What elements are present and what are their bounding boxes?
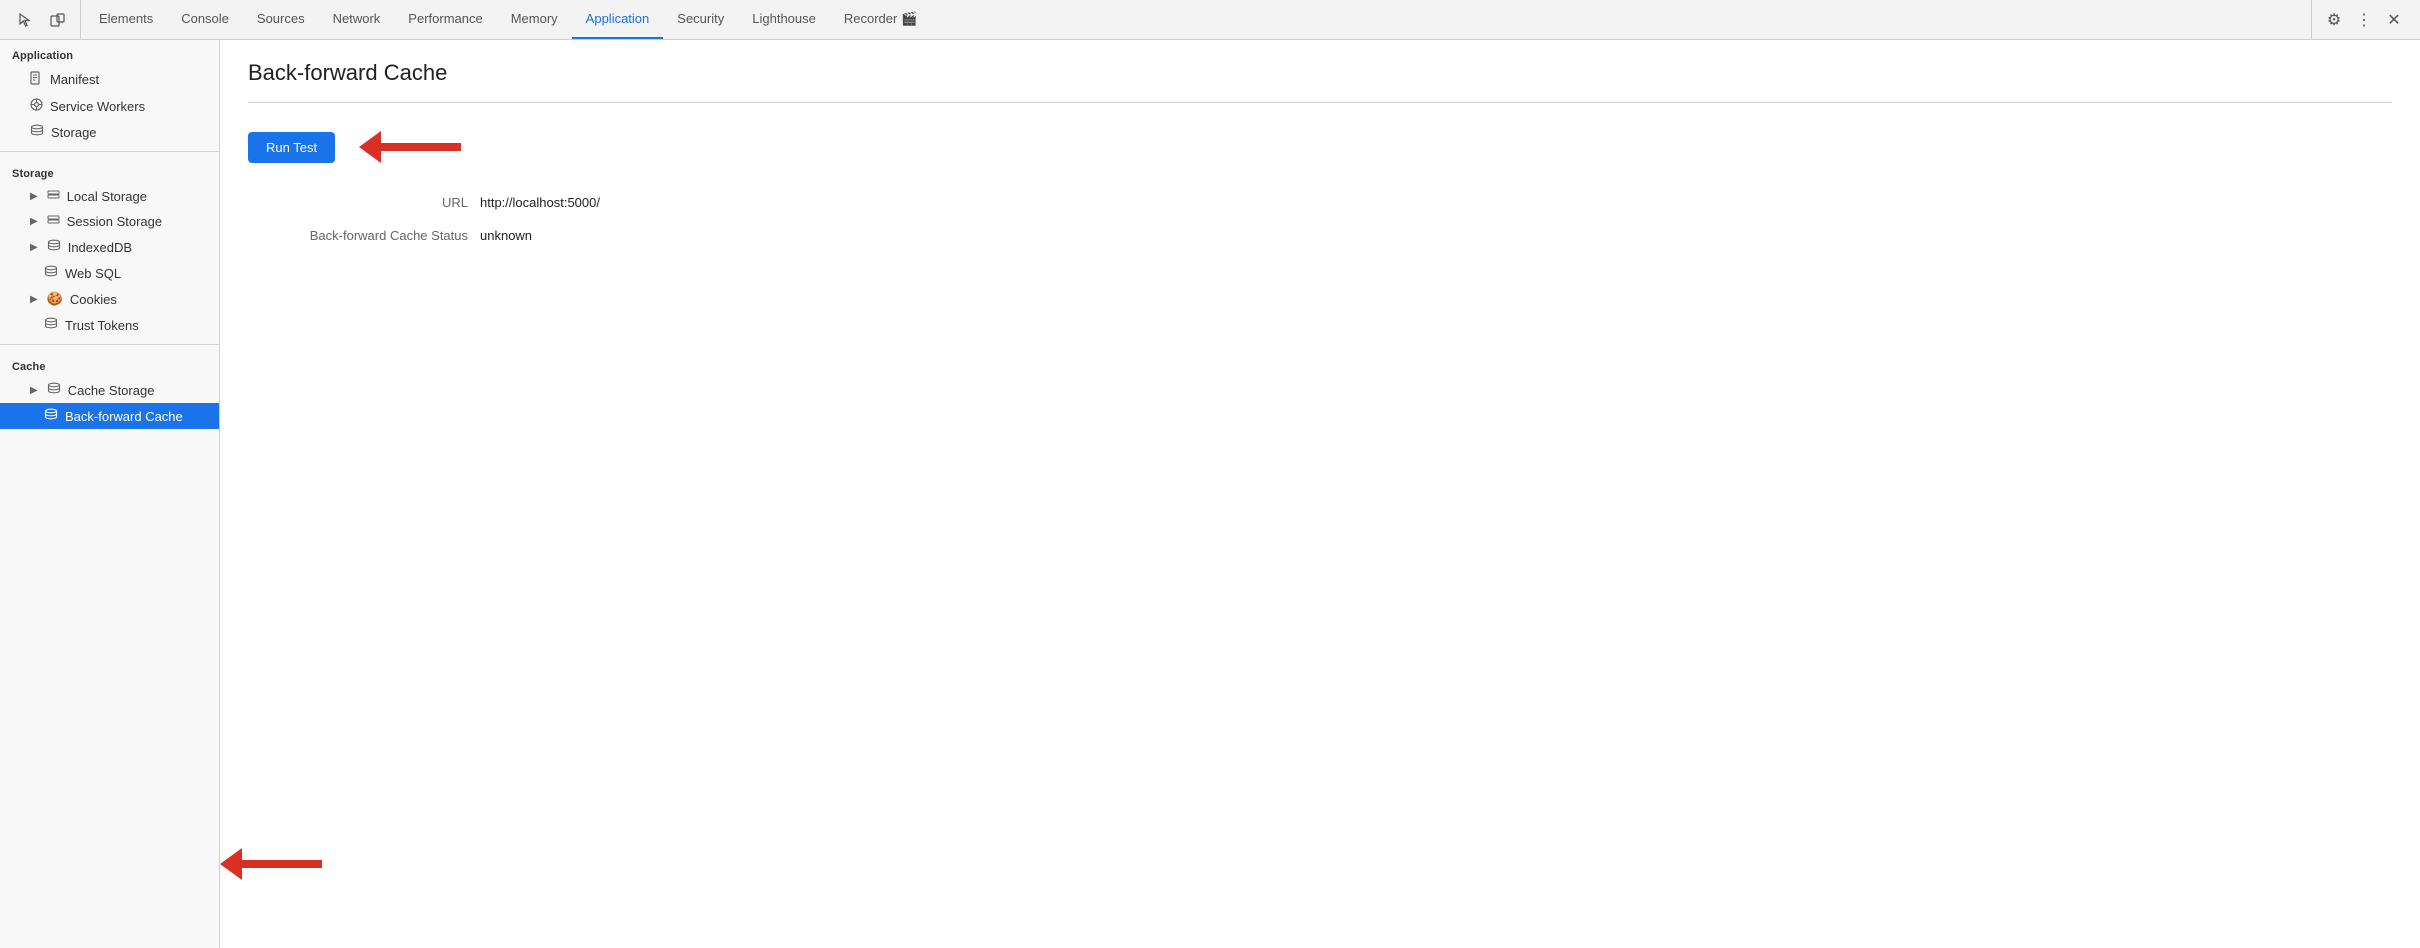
run-test-row: Run Test [248,131,2392,163]
url-row: URL http://localhost:5000/ [248,195,2392,210]
sidebar-item-indexeddb[interactable]: ▶ IndexedDB [0,234,219,260]
cookies-icon: 🍪 [47,291,63,307]
local-storage-label: Local Storage [67,189,147,204]
cache-storage-label: Cache Storage [68,383,155,398]
sidebar-item-storage[interactable]: Storage [0,119,219,145]
tab-application[interactable]: Application [572,0,664,39]
web-sql-label: Web SQL [65,266,121,281]
tab-recorder[interactable]: Recorder 🎬 [830,0,931,39]
arrow-body [381,143,461,151]
toolbar-left-icons [4,0,81,39]
back-forward-cache-icon [44,408,58,424]
tab-performance[interactable]: Performance [394,0,496,39]
run-test-arrow [359,131,461,163]
sidebar-divider-1 [0,151,219,152]
device-toggle-icon[interactable] [44,6,72,34]
tab-console[interactable]: Console [167,0,243,39]
session-storage-icon [47,214,60,229]
arrow-head [359,131,381,163]
web-sql-icon [44,265,58,281]
tab-network[interactable]: Network [319,0,395,39]
sidebar-item-trust-tokens[interactable]: Trust Tokens [0,312,219,338]
sidebar-item-session-storage[interactable]: ▶ Session Storage [0,209,219,234]
cache-status-value: unknown [480,228,532,243]
cache-status-label: Back-forward Cache Status [288,228,468,243]
content-area: Back-forward Cache Run Test URL http://l… [220,40,2420,948]
run-test-button[interactable]: Run Test [248,132,335,163]
sidebar-item-manifest[interactable]: Manifest [0,66,219,93]
trust-tokens-label: Trust Tokens [65,318,139,333]
expand-session-storage-icon: ▶ [30,216,38,227]
cursor-icon[interactable] [12,6,40,34]
service-workers-icon [30,98,43,114]
toolbar-tabs: Elements Console Sources Network Perform… [85,0,2307,39]
tab-memory[interactable]: Memory [497,0,572,39]
service-workers-label: Service Workers [50,99,145,114]
expand-indexeddb-icon: ▶ [30,242,38,253]
sidebar-item-service-workers[interactable]: Service Workers [0,93,219,119]
manifest-icon [30,71,43,88]
tab-security[interactable]: Security [663,0,738,39]
expand-local-storage-icon: ▶ [30,191,38,202]
trust-tokens-icon [44,317,58,333]
sidebar-divider-2 [0,344,219,345]
url-value: http://localhost:5000/ [480,195,600,210]
expand-cache-storage-icon: ▶ [30,385,38,396]
local-storage-icon [47,189,60,204]
tab-lighthouse[interactable]: Lighthouse [738,0,830,39]
sidebar-section-storage: Storage [0,158,219,184]
content-divider [248,102,2392,103]
close-devtools-icon[interactable]: ✕ [2380,6,2408,34]
tab-sources[interactable]: Sources [243,0,319,39]
cookies-label: Cookies [70,292,117,307]
manifest-label: Manifest [50,72,99,87]
settings-icon[interactable]: ⚙ [2320,6,2348,34]
sidebar-section-application: Application [0,40,219,66]
back-forward-cache-label: Back-forward Cache [65,409,183,424]
cache-status-row: Back-forward Cache Status unknown [248,228,2392,243]
session-storage-label: Session Storage [67,214,162,229]
expand-cookies-icon: ▶ [30,294,38,305]
sidebar-item-back-forward-cache[interactable]: Back-forward Cache [0,403,219,429]
indexeddb-icon [47,239,61,255]
sidebar: Application Manifest Service Workers Sto… [0,40,220,948]
sidebar-section-cache: Cache [0,351,219,377]
storage-icon [30,124,44,140]
sidebar-item-local-storage[interactable]: ▶ Local Storage [0,184,219,209]
sidebar-item-cache-storage[interactable]: ▶ Cache Storage [0,377,219,403]
storage-label: Storage [51,125,97,140]
main-layout: Application Manifest Service Workers Sto… [0,40,2420,948]
more-options-icon[interactable]: ⋮ [2350,6,2378,34]
toolbar-right-icons: ⚙ ⋮ ✕ [2311,0,2416,39]
sidebar-item-web-sql[interactable]: Web SQL [0,260,219,286]
cache-storage-icon [47,382,61,398]
url-label: URL [288,195,468,210]
tab-elements[interactable]: Elements [85,0,167,39]
sidebar-item-cookies[interactable]: ▶ 🍪 Cookies [0,286,219,312]
page-title: Back-forward Cache [248,60,2392,86]
indexeddb-label: IndexedDB [68,240,132,255]
toolbar: Elements Console Sources Network Perform… [0,0,2420,40]
